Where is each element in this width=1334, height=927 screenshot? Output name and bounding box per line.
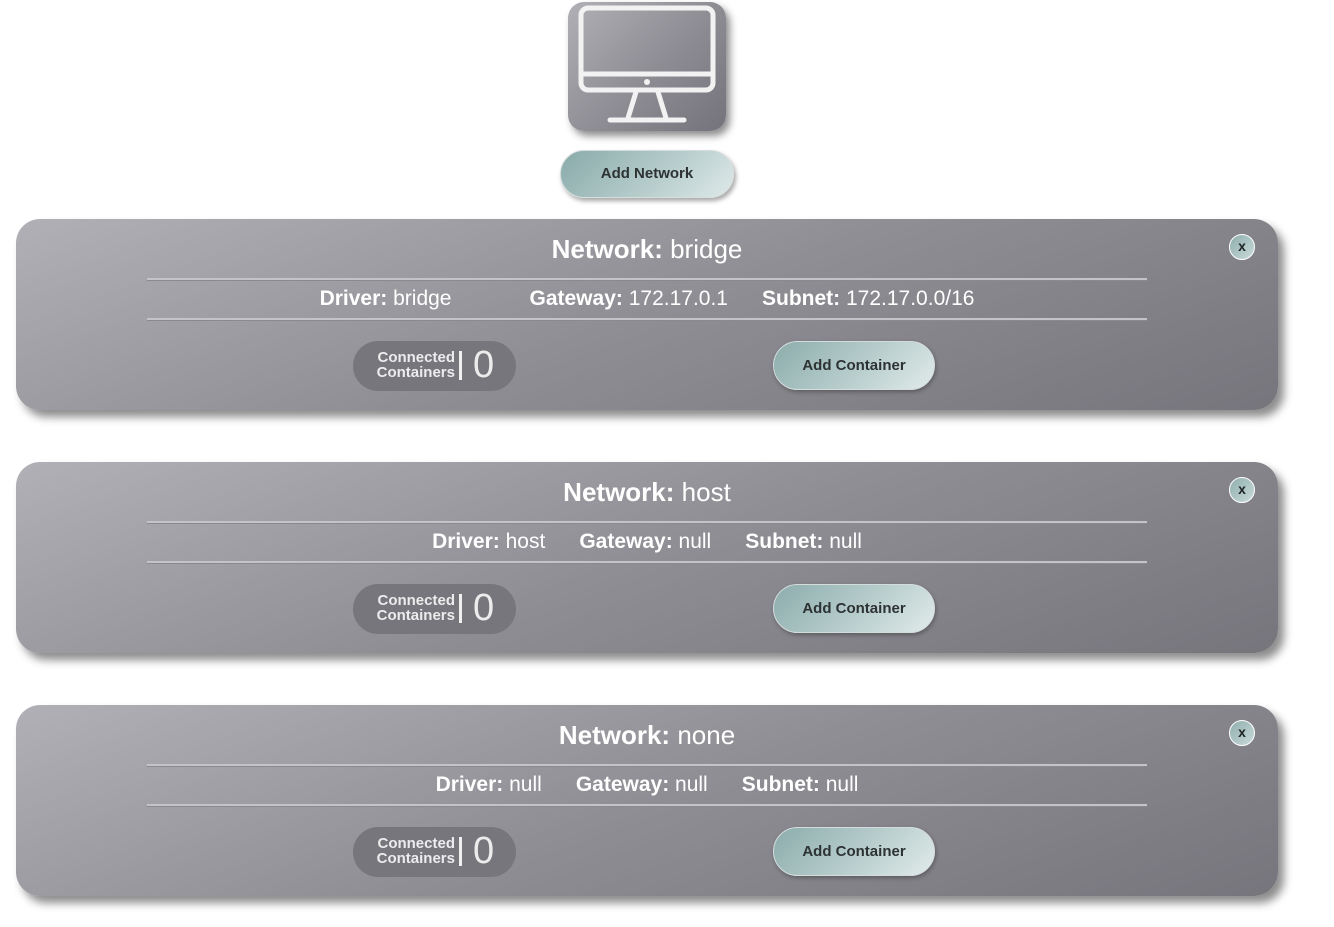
subnet-field: Subnet: 172.17.0.0/16	[762, 286, 974, 312]
network-title: Network: none	[16, 720, 1278, 750]
subnet-field: Subnet: null	[742, 772, 859, 798]
gateway-field: Gateway: null	[576, 772, 708, 798]
network-card-host: Network: host x Driver: host Gateway: nul…	[16, 462, 1278, 653]
divider	[147, 278, 1147, 281]
subnet-key: Subnet:	[745, 530, 824, 553]
divider	[147, 764, 1147, 767]
gateway-value: null	[678, 530, 712, 553]
divider	[147, 804, 1147, 807]
network-title: Network: bridge	[16, 234, 1278, 264]
network-key: Network:	[558, 720, 671, 750]
driver-value: host	[505, 530, 546, 553]
driver-value: bridge	[393, 287, 452, 310]
network-name: none	[677, 720, 736, 750]
subnet-key: Subnet:	[761, 287, 841, 310]
connected-containers-count: 0	[473, 587, 495, 629]
monitor-icon	[578, 5, 716, 123]
gateway-key: Gateway:	[529, 287, 623, 310]
network-manager-page: Add Network Network: bridge x Driver: br…	[0, 0, 1334, 927]
badge-divider	[459, 351, 462, 380]
connected-label-line2: Containers	[376, 607, 455, 624]
network-key: Network:	[563, 477, 675, 507]
connected-containers-count: 0	[473, 830, 495, 872]
gateway-field: Gateway: null	[579, 529, 711, 555]
add-container-button[interactable]: Add Container	[773, 341, 935, 390]
driver-key: Driver:	[435, 773, 504, 796]
host-monitor-tile	[568, 2, 726, 131]
gateway-key: Gateway:	[575, 773, 670, 796]
add-container-button[interactable]: Add Container	[773, 827, 935, 876]
connected-containers-badge: Connected Containers 0	[353, 827, 516, 877]
remove-network-button[interactable]: x	[1229, 234, 1255, 260]
subnet-value: null	[829, 530, 862, 553]
connected-containers-label: Connected Containers	[373, 593, 455, 623]
connected-label-line2: Containers	[376, 850, 455, 867]
connected-label-line1: Connected	[377, 592, 455, 609]
driver-key: Driver:	[432, 530, 500, 553]
subnet-key: Subnet:	[741, 773, 820, 796]
connected-containers-label: Connected Containers	[373, 350, 455, 380]
subnet-field: Subnet: null	[745, 529, 862, 555]
network-card-bridge: Network: bridge x Driver: bridge Gateway:…	[16, 219, 1278, 410]
network-details: Driver: null Gateway: null Subnet: null	[16, 772, 1278, 798]
connected-label-line2: Containers	[376, 364, 455, 381]
driver-field: Driver: host	[432, 529, 545, 555]
add-network-button[interactable]: Add Network	[560, 150, 734, 198]
remove-network-button[interactable]: x	[1229, 477, 1255, 503]
network-key: Network:	[551, 234, 663, 264]
driver-value: null	[509, 773, 542, 796]
divider	[147, 318, 1147, 321]
subnet-value: 172.17.0.0/16	[845, 287, 975, 310]
badge-divider	[459, 594, 462, 623]
connected-containers-badge: Connected Containers 0	[353, 341, 516, 391]
network-name: host	[681, 477, 731, 507]
gateway-value: 172.17.0.1	[628, 287, 728, 310]
divider	[147, 561, 1147, 564]
connected-containers-label: Connected Containers	[373, 836, 455, 866]
remove-network-button[interactable]: x	[1229, 720, 1255, 746]
divider	[147, 521, 1147, 524]
connected-containers-count: 0	[473, 344, 495, 386]
add-container-button[interactable]: Add Container	[773, 584, 935, 633]
network-card-none: Network: none x Driver: null Gateway: nul…	[16, 705, 1278, 896]
subnet-value: null	[825, 773, 859, 796]
driver-field: Driver: null	[436, 772, 542, 798]
connected-label-line1: Connected	[377, 835, 455, 852]
connected-containers-badge: Connected Containers 0	[353, 584, 516, 634]
gateway-field: Gateway: 172.17.0.1	[530, 286, 728, 312]
connected-label-line1: Connected	[377, 349, 455, 366]
gateway-key: Gateway:	[579, 530, 673, 553]
network-name: bridge	[670, 234, 743, 264]
network-details: Driver: host Gateway: null Subnet: null	[16, 529, 1278, 555]
gateway-value: null	[675, 773, 708, 796]
network-title: Network: host	[16, 477, 1278, 507]
driver-field: Driver: bridge	[320, 286, 452, 312]
network-details: Driver: bridge Gateway: 172.17.0.1 Subnet:…	[16, 286, 1278, 312]
driver-key: Driver:	[319, 287, 388, 310]
badge-divider	[459, 837, 462, 866]
